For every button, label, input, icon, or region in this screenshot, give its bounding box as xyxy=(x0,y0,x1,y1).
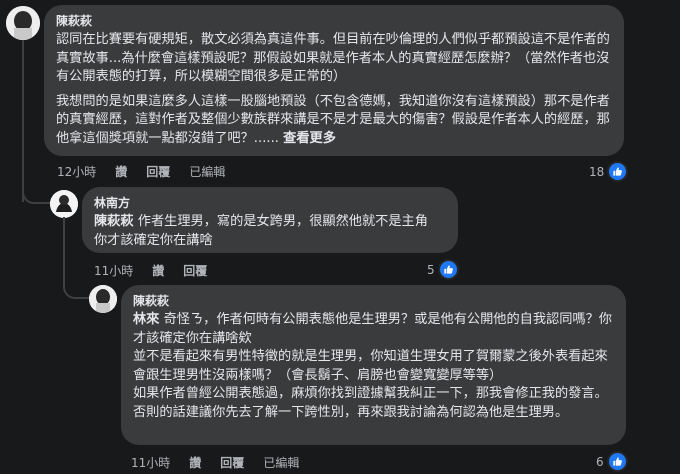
edited-label: 已編輯 xyxy=(263,456,300,470)
reply-button[interactable]: 回覆 xyxy=(146,163,170,180)
comment-text: 林來 奇怪ㄋ，作者何時有公開表態他是生理男？或是他有公開他的自我認同嗎？你才該確… xyxy=(133,311,614,422)
reaction-number: 6 xyxy=(596,454,604,469)
mention-link[interactable]: 林來 xyxy=(133,312,159,327)
reaction-number: 18 xyxy=(589,164,605,179)
mention-link[interactable]: 陳萩萩 xyxy=(94,214,134,229)
comment-author[interactable]: 陳萩萩 xyxy=(133,293,614,309)
reply-bubble: 林南方 陳萩萩 作者生理男，寫的是女跨男，很顯然他就不是主角 你才該確定你在講啥 xyxy=(82,187,458,253)
comment-meta: 11小時 讚 回覆 已編輯 xyxy=(131,454,318,471)
like-button[interactable]: 讚 xyxy=(189,454,201,471)
comment-text: 我想問的是如果這麼多人這樣一股腦地預設（不包含德媽，我知道你沒有這樣預設）那不是… xyxy=(56,93,612,149)
reaction-count[interactable]: 18 xyxy=(589,161,629,182)
comment-time[interactable]: 11小時 xyxy=(94,262,133,279)
see-more-link[interactable]: 查看更多 xyxy=(283,131,336,146)
comment-meta: 12小時 讚 回覆 已編輯 xyxy=(57,163,244,180)
reaction-count[interactable]: 5 xyxy=(427,259,459,280)
thread-line xyxy=(22,170,50,204)
comment-text-segment: 奇怪ㄋ，作者何時有公開表態他是生理男？或是他有公開他的自我認同嗎？你才該確定你在… xyxy=(133,312,612,420)
avatar[interactable] xyxy=(50,190,78,218)
comment-text-segment: 作者生理男，寫的是女跨男，很顯然他就不是主角 你才該確定你在講啥 xyxy=(94,214,428,248)
avatar[interactable] xyxy=(89,285,117,313)
comment-text: 認同在比賽要有硬規矩，散文必須為真這件事。但目前在吵倫理的人們似乎都預設這不是作… xyxy=(56,32,610,84)
avatar[interactable] xyxy=(6,6,40,40)
comment-time[interactable]: 12小時 xyxy=(57,163,96,180)
reply-button[interactable]: 回覆 xyxy=(183,262,207,279)
thumbs-up-icon xyxy=(606,451,628,472)
reply-button[interactable]: 回覆 xyxy=(220,454,244,471)
reply-bubble: 陳萩萩 林來 奇怪ㄋ，作者何時有公開表態他是生理男？或是他有公開他的自我認同嗎？… xyxy=(121,285,626,445)
reaction-count[interactable]: 6 xyxy=(596,451,628,472)
thumbs-up-icon xyxy=(607,161,629,182)
comment-bubble: 陳萩萩 認同在比賽要有硬規矩，散文必須為真這件事。但目前在吵倫理的人們似乎都預設… xyxy=(44,5,624,156)
comment-text: 陳萩萩 作者生理男，寫的是女跨男，很顯然他就不是主角 你才該確定你在講啥 xyxy=(94,213,446,250)
comment-author[interactable]: 陳萩萩 xyxy=(56,13,612,29)
comment-meta: 11小時 讚 回覆 xyxy=(94,262,226,279)
edited-label: 已編輯 xyxy=(189,165,226,179)
comment-time[interactable]: 11小時 xyxy=(131,454,170,471)
comment-author[interactable]: 林南方 xyxy=(94,195,446,211)
like-button[interactable]: 讚 xyxy=(115,163,127,180)
thread-line xyxy=(63,217,89,299)
reaction-number: 5 xyxy=(427,262,435,277)
like-button[interactable]: 讚 xyxy=(152,262,164,279)
thumbs-up-icon xyxy=(437,259,459,280)
